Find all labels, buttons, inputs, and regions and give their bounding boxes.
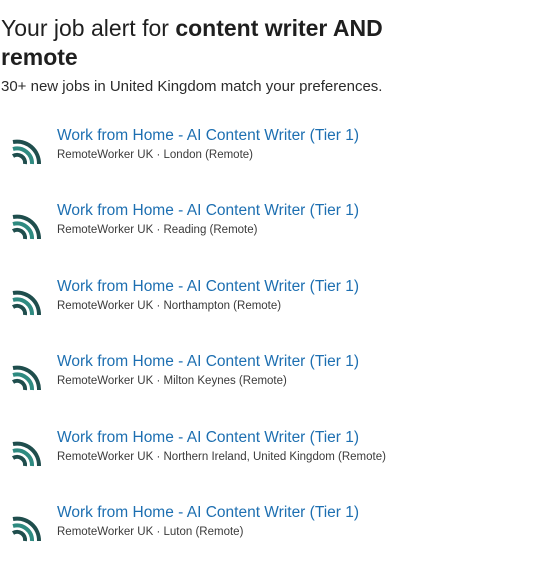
job-title-link[interactable]: Work from Home - AI Content Writer (Tier… — [57, 428, 359, 448]
job-card: Work from Home - AI Content Writer (Tier… — [9, 428, 529, 503]
title-prefix: Your job alert for — [1, 15, 176, 41]
job-meta: RemoteWorker UK · Northampton (Remote) — [57, 299, 282, 312]
job-text: Work from Home - AI Content Writer (Tier… — [57, 503, 359, 540]
page-subtitle: 30+ new jobs in United Kingdom match you… — [1, 78, 383, 95]
remoteworker-logo-icon[interactable] — [9, 509, 43, 543]
job-text: Work from Home - AI Content Writer (Tier… — [57, 428, 386, 465]
job-meta: RemoteWorker UK · London (Remote) — [57, 149, 253, 161]
job-card: Work from Home - AI Content Writer (Tier… — [9, 352, 529, 427]
job-text: Work from Home - AI Content Writer (Tier… — [57, 126, 359, 163]
remoteworker-logo-icon[interactable] — [9, 207, 43, 241]
job-alert-header: Your job alert for content writer AND re… — [1, 14, 421, 97]
job-list: Work from Home - AI Content Writer (Tier… — [9, 126, 529, 578]
job-card: Work from Home - AI Content Writer (Tier… — [9, 503, 529, 578]
job-meta: RemoteWorker UK · Luton (Remote) — [57, 525, 244, 538]
job-title-link[interactable]: Work from Home - AI Content Writer (Tier… — [57, 277, 359, 297]
job-meta: RemoteWorker UK · Milton Keynes (Remote) — [57, 375, 287, 388]
job-text: Work from Home - AI Content Writer (Tier… — [57, 201, 359, 238]
job-card: Work from Home - AI Content Writer (Tier… — [9, 201, 529, 276]
remoteworker-logo-icon[interactable] — [9, 132, 43, 166]
job-title-link[interactable]: Work from Home - AI Content Writer (Tier… — [57, 201, 359, 221]
job-title-link[interactable]: Work from Home - AI Content Writer (Tier… — [57, 352, 359, 372]
job-card: Work from Home - AI Content Writer (Tier… — [9, 277, 529, 352]
job-title-link[interactable]: Work from Home - AI Content Writer (Tier… — [57, 126, 359, 146]
job-meta: RemoteWorker UK · Reading (Remote) — [57, 224, 258, 237]
remoteworker-logo-icon[interactable] — [9, 283, 43, 317]
job-card: Work from Home - AI Content Writer (Tier… — [9, 126, 529, 201]
job-title-link[interactable]: Work from Home - AI Content Writer (Tier… — [57, 503, 359, 523]
remoteworker-logo-icon[interactable] — [9, 358, 43, 392]
job-text: Work from Home - AI Content Writer (Tier… — [57, 352, 359, 389]
remoteworker-logo-icon[interactable] — [9, 434, 43, 468]
job-meta: RemoteWorker UK · Northern Ireland, Unit… — [57, 450, 386, 463]
job-text: Work from Home - AI Content Writer (Tier… — [57, 277, 359, 314]
page-title: Your job alert for content writer AND re… — [1, 14, 421, 72]
